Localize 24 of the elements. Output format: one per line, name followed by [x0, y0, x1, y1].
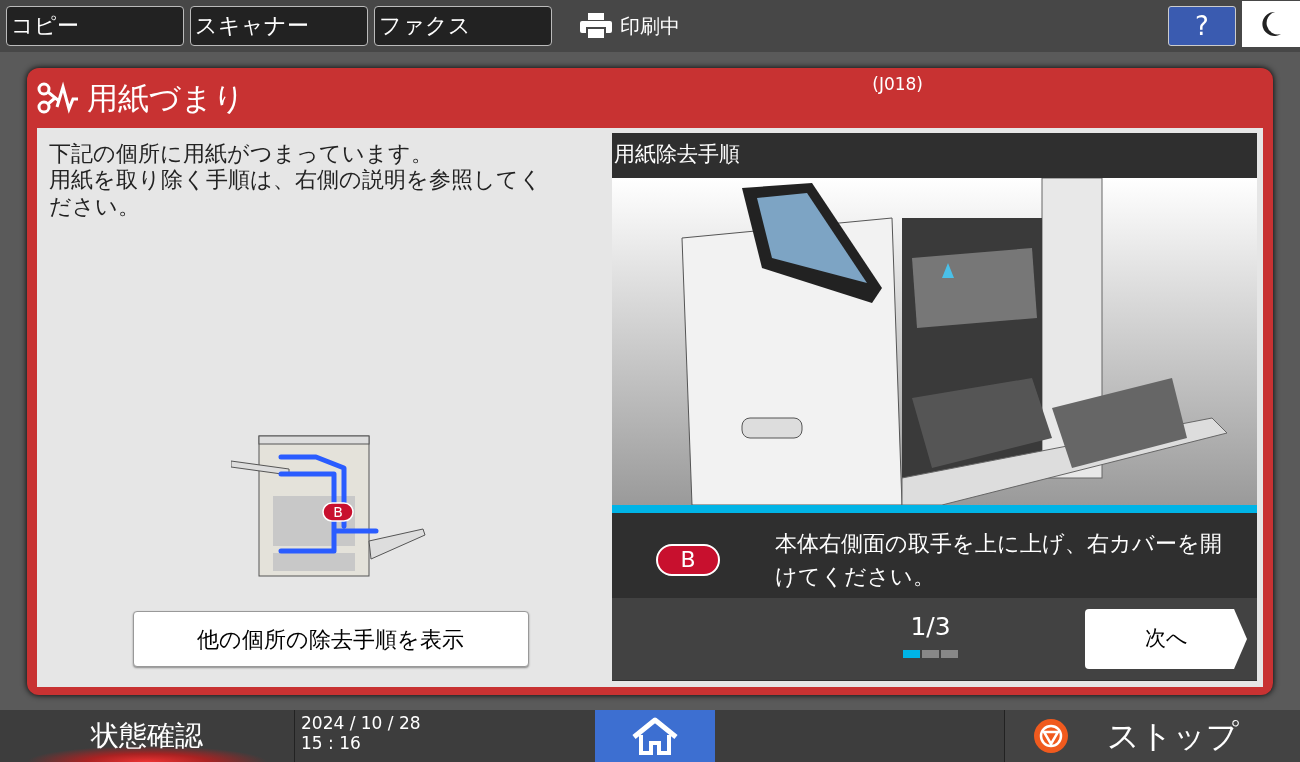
- page-indicator: 1/3: [910, 613, 951, 641]
- next-button[interactable]: 次へ: [1085, 609, 1247, 669]
- step-badge: B: [656, 543, 720, 576]
- error-code: (J018): [872, 73, 923, 96]
- jam-icon: [37, 81, 79, 115]
- error-message: 下記の個所に用紙がつまっています。 用紙を取り除く手順は、右側の説明を参照してください。: [49, 141, 543, 221]
- stop-icon: [1033, 718, 1069, 754]
- printer-icon: [580, 13, 612, 39]
- home-button[interactable]: [595, 710, 715, 762]
- other-locations-button[interactable]: 他の個所の除去手順を表示: [132, 611, 529, 667]
- help-button[interactable]: ?: [1168, 6, 1236, 46]
- mode-tab[interactable]: コピー: [6, 6, 184, 46]
- home-icon: [631, 717, 679, 755]
- dialog-title: 用紙づまり: [87, 78, 245, 118]
- time-text: 15 : 16: [301, 733, 362, 754]
- guide-header: 用紙除去手順: [613, 141, 741, 168]
- moon-icon: [1260, 10, 1282, 37]
- stop-button[interactable]: ストップ: [1004, 710, 1300, 762]
- mode-tab[interactable]: スキャナー: [190, 6, 368, 46]
- mode-tab[interactable]: ファクス: [374, 6, 552, 46]
- theme-button[interactable]: [1242, 0, 1300, 47]
- print-status: 印刷中: [620, 13, 680, 40]
- date-text: 2024 / 10 / 28: [301, 713, 422, 734]
- instruction-text: 本体右側面の取手を上に上げ、右カバーを開けてください。: [775, 529, 1223, 591]
